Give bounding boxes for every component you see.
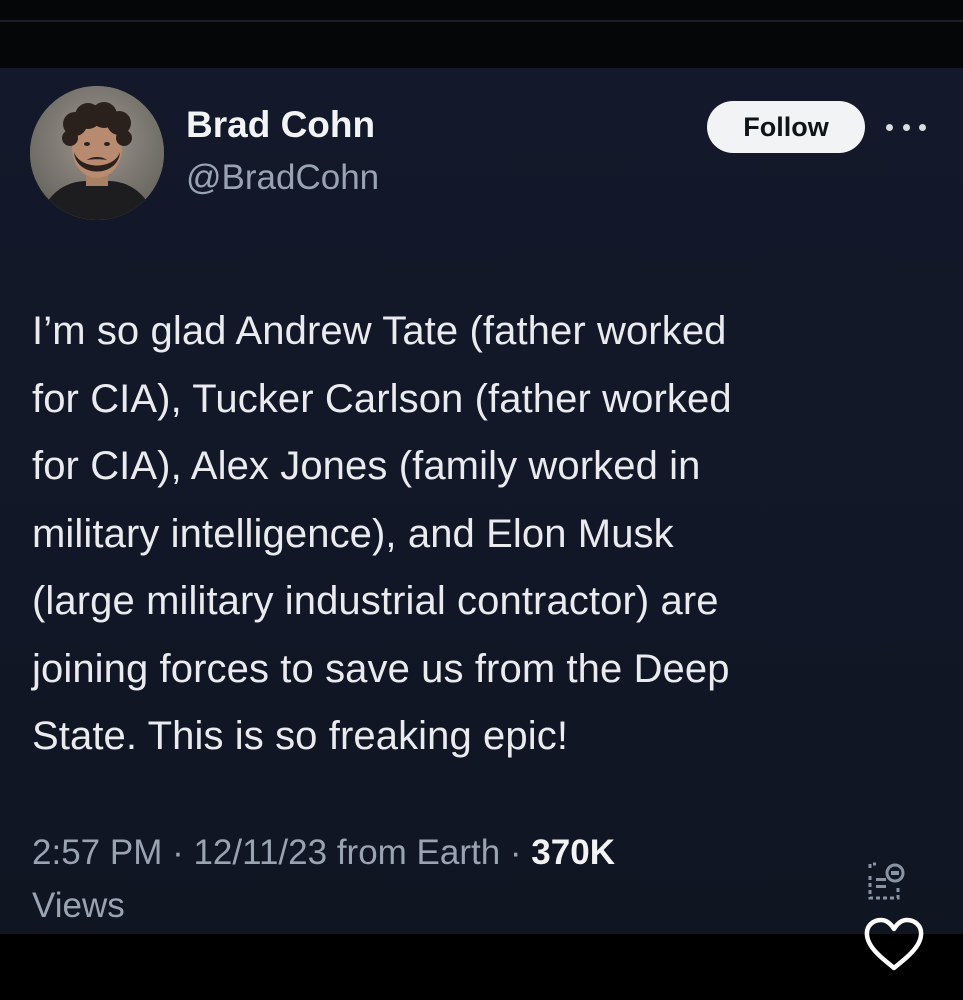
dot	[902, 123, 910, 131]
heart-outline-icon	[864, 917, 924, 971]
top-bar	[0, 0, 963, 68]
top-divider	[0, 20, 963, 22]
bottom-bar	[0, 934, 963, 1000]
analytics-glyph-icon	[868, 862, 905, 900]
avatar[interactable]	[30, 86, 164, 220]
author-display-name[interactable]: Brad Cohn	[186, 104, 375, 146]
heart-icon[interactable]	[862, 916, 926, 972]
post-meta: 2:57 PM · 12/11/23 from Earth · 370K View…	[32, 826, 792, 932]
post-timestamp[interactable]: 2:57 PM · 12/11/23 from Earth ·	[32, 833, 531, 872]
follow-button[interactable]: Follow	[707, 101, 865, 153]
dot	[919, 123, 926, 131]
analytics-icon[interactable]	[862, 856, 912, 906]
avatar-portrait-icon	[30, 86, 164, 220]
dot	[886, 123, 893, 131]
more-options-icon[interactable]	[886, 112, 926, 142]
author-handle[interactable]: @BradCohn	[186, 158, 379, 198]
views-label: Views	[32, 886, 125, 925]
views-count: 370K	[531, 833, 615, 872]
post-text: I’m so glad Andrew Tate (father worked f…	[32, 309, 732, 758]
